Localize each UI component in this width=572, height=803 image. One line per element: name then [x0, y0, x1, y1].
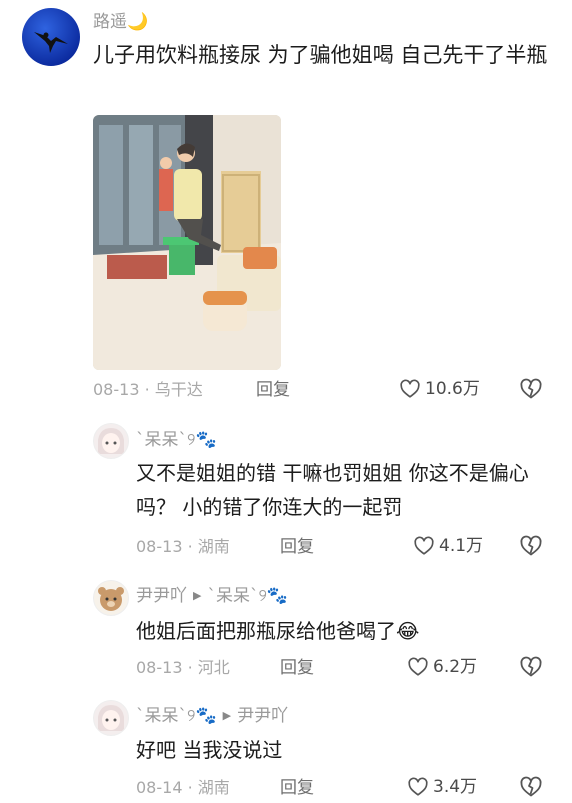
broken-heart-icon: [520, 378, 542, 399]
comment-location: 湖南: [197, 778, 230, 797]
reply-to-name[interactable]: 尹尹吖: [237, 706, 288, 726]
eagle-avatar-icon: [34, 32, 68, 53]
post-text: 儿子用饮料瓶接尿 为了骗他姐喝 自己先干了半瓶: [93, 43, 548, 67]
comment-meta: 08-13 · 湖南: [136, 537, 230, 556]
comment-dislike-button[interactable]: [519, 655, 543, 683]
heart-outline-icon: [400, 379, 420, 398]
heart-outline-icon: [408, 777, 428, 796]
anime-avatar-icon: [98, 705, 124, 731]
comment-date: 08-13: [136, 537, 183, 556]
comment-like-button[interactable]: 6.2万: [407, 656, 477, 678]
comment-like-count: 3.4万: [433, 777, 478, 797]
post-author-avatar[interactable]: [22, 8, 80, 66]
post-author-name[interactable]: 路遥🌙: [93, 12, 148, 32]
post-image[interactable]: [93, 115, 281, 370]
comment-meta: 08-13 · 河北: [136, 658, 230, 677]
comment-like-button[interactable]: 3.4万: [407, 776, 477, 798]
comment-dislike-button[interactable]: [519, 534, 543, 562]
heart-outline-icon: [408, 657, 428, 676]
reply-arrow-icon: ▶: [222, 709, 232, 722]
comment-date: 08-14: [136, 778, 183, 797]
post-reply-button[interactable]: 回复: [256, 380, 290, 400]
broken-heart-icon: [520, 535, 542, 556]
comment-like-count: 6.2万: [433, 657, 478, 677]
post-location: 乌干达: [154, 380, 203, 399]
post-like-count: 10.6万: [425, 379, 480, 399]
post-date: 08-13: [93, 380, 140, 399]
comment-location: 湖南: [197, 537, 230, 556]
post-meta: 08-13 · 乌干达: [93, 380, 203, 399]
comment-like-button[interactable]: 4.1万: [413, 535, 483, 557]
comment-author-name[interactable]: 尹尹吖: [136, 586, 187, 606]
comment-avatar[interactable]: [93, 423, 129, 459]
comment-text: 又不是姐姐的错 干嘛也罚姐姐 你这不是偏心吗？ 小的错了你连大的一起罚: [136, 461, 529, 519]
comment-author-name[interactable]: `呆呆`୨🐾: [136, 706, 217, 726]
comment-avatar[interactable]: [93, 580, 129, 616]
comment-dislike-button[interactable]: [519, 775, 543, 803]
comment-like-count: 4.1万: [439, 536, 484, 556]
comment-reply-button[interactable]: 回复: [280, 778, 314, 798]
heart-outline-icon: [414, 536, 434, 555]
comment-text: 好吧 当我没说过: [136, 738, 283, 762]
anime-avatar-icon: [98, 428, 124, 454]
comment-reply-button[interactable]: 回复: [280, 658, 314, 678]
reply-to-name[interactable]: `呆呆`୨🐾: [207, 586, 288, 606]
comment-location: 河北: [197, 658, 230, 677]
post-dislike-button[interactable]: [519, 377, 543, 405]
broken-heart-icon: [520, 656, 542, 677]
reply-arrow-icon: ▶: [193, 589, 202, 602]
comment-text: 他姐后面把那瓶尿给他爸喝了😂: [136, 619, 420, 643]
post-like-button[interactable]: 10.6万: [399, 378, 480, 400]
reply-header: 尹尹吖 ▶ `呆呆`୨🐾: [136, 586, 288, 606]
reply-header: `呆呆`୨🐾 ▶ 尹尹吖: [136, 706, 288, 726]
comment-avatar[interactable]: [93, 700, 129, 736]
bear-avatar-icon: [98, 587, 124, 611]
broken-heart-icon: [520, 776, 542, 797]
comment-author-name[interactable]: `呆呆`୨🐾: [136, 430, 217, 450]
comment-reply-button[interactable]: 回复: [280, 537, 314, 557]
comment-meta: 08-14 · 湖南: [136, 778, 230, 797]
comment-date: 08-13: [136, 658, 183, 677]
